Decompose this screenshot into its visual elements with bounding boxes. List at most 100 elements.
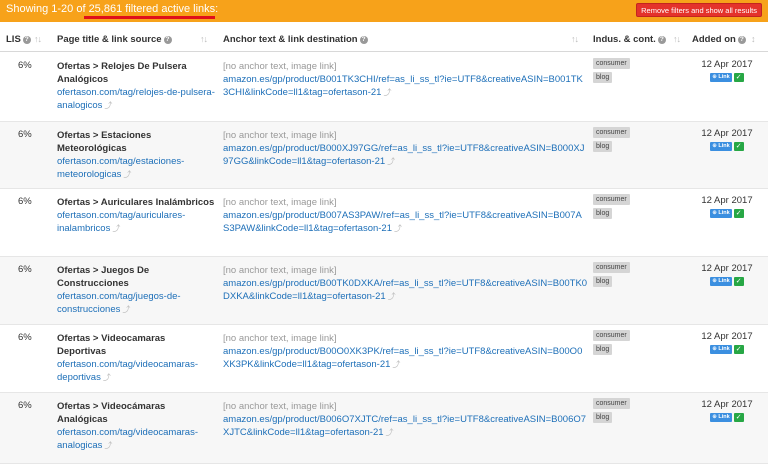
check-icon: ✓: [733, 276, 744, 286]
content-tag: blog: [593, 208, 613, 219]
sort-icon[interactable]: ↑↓: [571, 34, 579, 44]
external-link-icon[interactable]: ⤴: [386, 428, 394, 437]
content-tag: blog: [593, 72, 613, 83]
link-badge: ⊕ Link: [710, 412, 732, 422]
added-date: 12 Apr 2017: [701, 399, 753, 410]
summary-prefix: Showing 1-20 of: [6, 3, 89, 15]
external-link-icon[interactable]: ⤴: [122, 305, 130, 314]
industry-tags: consumer blog: [593, 194, 638, 222]
link-badge-label: Link: [718, 413, 730, 420]
anchor-cell: [no anchor text, image link] amazon.es/g…: [223, 196, 588, 235]
external-link-icon[interactable]: ⤴: [112, 224, 120, 233]
page-cell: Ofertas > Estaciones Meteorológicas ofer…: [57, 129, 217, 181]
help-icon[interactable]: ?: [163, 36, 172, 44]
added-cell: 12 Apr 2017 ⊕ Link ✓: [692, 195, 762, 219]
added-date: 12 Apr 2017: [701, 331, 753, 342]
column-header-added[interactable]: Added on?: [692, 34, 746, 45]
anchor-cell: [no anchor text, image link] amazon.es/g…: [223, 264, 588, 303]
page-title: Ofertas > Relojes De Pulsera Analógicos: [57, 61, 187, 85]
page-header-label: Page title & link source: [57, 34, 162, 45]
destination-link[interactable]: amazon.es/gp/product/B00O0XK3PK/ref=as_l…: [223, 346, 582, 370]
source-link[interactable]: ofertason.com/tag/videocamaras-deportiva…: [57, 359, 198, 383]
destination-link[interactable]: amazon.es/gp/product/B000XJ97GG/ref=as_l…: [223, 143, 584, 167]
external-link-icon[interactable]: ⤴: [123, 170, 131, 179]
added-date: 12 Apr 2017: [701, 195, 753, 206]
page-title: Ofertas > Videocamaras Deportivas: [57, 333, 166, 357]
check-icon: ✓: [733, 412, 744, 422]
content-tag: blog: [593, 276, 613, 287]
column-header-industry[interactable]: Indus. & cont.?: [593, 34, 666, 45]
industry-tag: consumer: [593, 194, 630, 205]
lis-value: 6%: [18, 129, 32, 140]
link-badge: ⊕ Link: [710, 276, 732, 286]
industry-tags: consumer blog: [593, 330, 638, 358]
page-title: Ofertas > Estaciones Meteorológicas: [57, 130, 152, 154]
destination-link[interactable]: amazon.es/gp/product/B006O7XJTC/ref=as_l…: [223, 414, 586, 438]
page-title: Ofertas > Juegos De Construcciones: [57, 265, 150, 289]
source-link[interactable]: ofertason.com/tag/estaciones-meteorologi…: [57, 156, 184, 180]
page-title: Ofertas > Videocámaras Analógicas: [57, 401, 166, 425]
remove-filters-button[interactable]: Remove filters and show all results: [636, 3, 762, 17]
link-badge: ⊕ Link: [710, 208, 732, 218]
external-link-icon[interactable]: ⤴: [387, 157, 395, 166]
source-link[interactable]: ofertason.com/tag/juegos-de-construccion…: [57, 291, 181, 315]
destination-link[interactable]: amazon.es/gp/product/B001TK3CHI/ref=as_l…: [223, 74, 583, 98]
column-header-anchor[interactable]: Anchor text & link destination?: [223, 34, 368, 45]
column-header-page[interactable]: Page title & link source?: [57, 34, 172, 45]
added-date: 12 Apr 2017: [701, 59, 753, 70]
external-link-icon[interactable]: ⤴: [388, 292, 396, 301]
link-badge-label: Link: [718, 277, 730, 284]
industry-tag: consumer: [593, 58, 630, 69]
link-badge-label: Link: [718, 345, 730, 352]
industry-tags: consumer blog: [593, 262, 638, 290]
sort-icon[interactable]: ↕: [751, 34, 755, 44]
added-date: 12 Apr 2017: [701, 128, 753, 139]
source-link[interactable]: ofertason.com/tag/videocamaras-analogica…: [57, 427, 198, 451]
destination-link[interactable]: amazon.es/gp/product/B00TK0DXKA/ref=as_l…: [223, 278, 587, 302]
external-link-icon[interactable]: ⤴: [103, 373, 111, 382]
help-icon[interactable]: ?: [737, 36, 746, 44]
lis-value: 6%: [18, 332, 32, 343]
table-header: LIS? ↑↓ Page title & link source? ↑↓ Anc…: [0, 28, 768, 52]
external-link-icon[interactable]: ⤴: [383, 88, 391, 97]
source-link[interactable]: ofertason.com/tag/relojes-de-pulsera-ana…: [57, 87, 215, 111]
check-icon: ✓: [733, 344, 744, 354]
lis-value: 6%: [18, 264, 32, 275]
check-icon: ✓: [733, 72, 744, 82]
help-icon[interactable]: ?: [657, 36, 666, 44]
anchor-cell: [no anchor text, image link] amazon.es/g…: [223, 129, 588, 168]
table-row: 6% Ofertas > Videocamaras Deportivas ofe…: [0, 325, 768, 393]
table-row: 6% Ofertas > Auriculares Inalámbricos of…: [0, 189, 768, 257]
industry-tag: consumer: [593, 127, 630, 138]
anchor-cell: [no anchor text, image link] amazon.es/g…: [223, 332, 588, 371]
external-link-icon[interactable]: ⤴: [104, 441, 112, 450]
page-cell: Ofertas > Juegos De Construcciones ofert…: [57, 264, 217, 316]
sort-icon[interactable]: ↑↓: [200, 34, 208, 44]
source-link[interactable]: ofertason.com/tag/auriculares-inalambric…: [57, 210, 185, 234]
page-cell: Ofertas > Relojes De Pulsera Analógicos …: [57, 60, 217, 112]
link-badge-label: Link: [718, 209, 730, 216]
anchor-cell: [no anchor text, image link] amazon.es/g…: [223, 60, 588, 99]
industry-tag: consumer: [593, 330, 630, 341]
table-row: 6% Ofertas > Relojes De Pulsera Analógic…: [0, 53, 768, 122]
external-link-icon[interactable]: ⤴: [392, 360, 400, 369]
sort-icon[interactable]: ↑↓: [673, 34, 681, 44]
sort-icon[interactable]: ↑↓: [34, 34, 42, 44]
anchor-text: [no anchor text, image link]: [223, 197, 337, 208]
page-cell: Ofertas > Videocámaras Analógicas oferta…: [57, 400, 217, 452]
link-badge: ⊕ Link: [710, 344, 732, 354]
anchor-text: [no anchor text, image link]: [223, 401, 337, 412]
added-header-label: Added on: [692, 34, 736, 45]
external-link-icon[interactable]: ⤴: [104, 101, 112, 110]
anchor-header-label: Anchor text & link destination: [223, 34, 358, 45]
added-cell: 12 Apr 2017 ⊕ Link ✓: [692, 331, 762, 355]
column-header-lis[interactable]: LIS?: [6, 34, 31, 45]
lis-value: 6%: [18, 400, 32, 411]
help-icon[interactable]: ?: [22, 36, 31, 44]
external-link-icon[interactable]: ⤴: [394, 224, 402, 233]
help-icon[interactable]: ?: [359, 36, 368, 44]
table-row: 6% Ofertas > Estaciones Meteorológicas o…: [0, 122, 768, 189]
destination-link[interactable]: amazon.es/gp/product/B007AS3PAW/ref=as_l…: [223, 210, 582, 234]
link-badge-label: Link: [718, 142, 730, 149]
anchor-text: [no anchor text, image link]: [223, 61, 337, 72]
